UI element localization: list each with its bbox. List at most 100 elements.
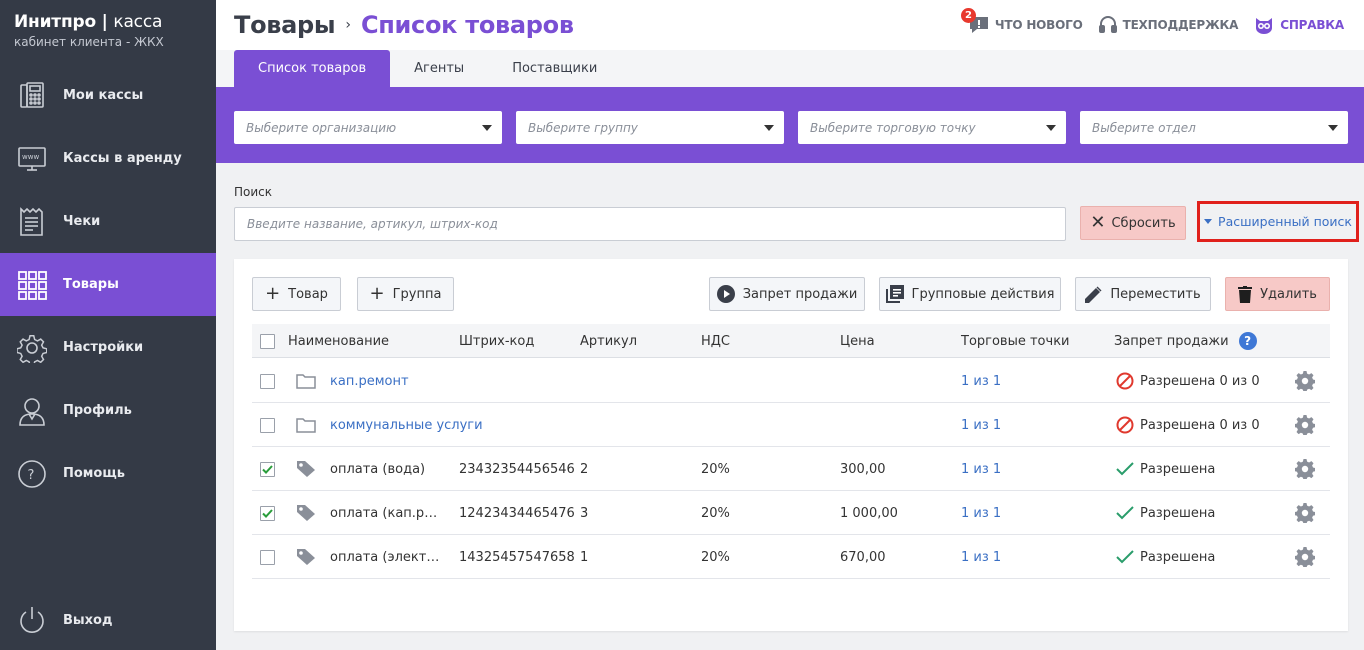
- row-checkbox-cell: [260, 491, 275, 535]
- organization-select[interactable]: Выберите организацию: [234, 111, 502, 144]
- add-group-button[interactable]: + Группа: [357, 277, 454, 311]
- caret-down-icon: [482, 124, 492, 131]
- gear-icon[interactable]: [1295, 503, 1315, 523]
- sale-status-label: Разрешена: [1140, 461, 1216, 477]
- points-link[interactable]: 1 из 1: [961, 535, 1001, 579]
- col-sale-ban-label[interactable]: Запрет продажи: [1114, 334, 1229, 349]
- help-link[interactable]: СПРАВКА: [1254, 16, 1344, 34]
- plus-icon: +: [369, 283, 385, 304]
- sidebar-item-help[interactable]: ? Помощь: [0, 442, 216, 505]
- barcode-cell: 23432354456546: [459, 461, 575, 477]
- department-select[interactable]: Выберите отдел: [1080, 111, 1348, 144]
- name-cell: оплата (кап.рем...: [296, 491, 442, 535]
- col-name[interactable]: Наименование: [288, 324, 389, 358]
- point-select[interactable]: Выберите торговую точку: [798, 111, 1066, 144]
- row-checkbox[interactable]: [260, 461, 275, 477]
- table-row[interactable]: оплата (кап.рем... 12423434465476 3 20% 1 00…: [252, 491, 1330, 535]
- add-product-button[interactable]: + Товар: [252, 277, 341, 311]
- logout-button[interactable]: Выход: [0, 590, 216, 650]
- user-icon: [16, 395, 48, 427]
- sidebar-item-label: Настройки: [63, 340, 144, 355]
- tab-product-list[interactable]: Список товаров: [234, 50, 391, 87]
- whats-new-link[interactable]: 2 ЧТО НОВОГО: [960, 8, 1083, 34]
- www-monitor-icon: www: [16, 143, 48, 175]
- move-button[interactable]: Переместить: [1075, 277, 1211, 311]
- advanced-search-toggle[interactable]: Расширенный поиск: [1197, 201, 1359, 242]
- points-link[interactable]: 1 из 1: [961, 447, 1001, 491]
- col-article[interactable]: Артикул: [580, 324, 637, 358]
- sidebar-item-receipts[interactable]: Чеки: [0, 190, 216, 253]
- sidebar-item-products[interactable]: Товары: [0, 253, 216, 316]
- col-vat[interactable]: НДС: [701, 324, 730, 358]
- points-link[interactable]: 1 из 1: [961, 491, 1001, 535]
- gear-icon[interactable]: [1295, 547, 1315, 567]
- question-icon[interactable]: ?: [1238, 332, 1257, 350]
- gear-icon[interactable]: [1295, 459, 1315, 479]
- support-link[interactable]: ТЕХПОДДЕРЖКА: [1098, 16, 1239, 34]
- check-icon: [1116, 462, 1134, 476]
- row-checkbox[interactable]: [260, 417, 275, 433]
- brand: Инитпро | касса кабинет клиента - ЖКХ: [0, 0, 216, 64]
- col-price[interactable]: Цена: [840, 324, 875, 358]
- row-checkbox[interactable]: [260, 549, 275, 565]
- sale-status-label: Разрешена 0 из 0: [1140, 417, 1260, 433]
- plus-icon: +: [265, 283, 281, 304]
- points-link[interactable]: 1 из 1: [961, 359, 1001, 403]
- group-link[interactable]: коммунальные услуги: [330, 418, 483, 433]
- gear-icon[interactable]: [1295, 371, 1315, 391]
- grid-icon: [16, 269, 48, 301]
- breadcrumb-root[interactable]: Товары: [234, 11, 336, 39]
- select-all-checkbox[interactable]: [260, 333, 275, 349]
- check-icon: [262, 464, 273, 474]
- gear-icon[interactable]: [1295, 415, 1315, 435]
- col-points[interactable]: Торговые точки: [961, 324, 1070, 358]
- table-row[interactable]: оплата (вода) 23432354456546 2 20% 300,00 1 и…: [252, 447, 1330, 491]
- group-actions-button[interactable]: Групповые действия: [879, 277, 1061, 311]
- caret-down-icon: [1328, 124, 1338, 131]
- sale-status-label: Разрешена: [1140, 505, 1216, 521]
- table-row[interactable]: оплата (электро... 14325457547658 1 20% 670,…: [252, 535, 1330, 579]
- page-header: Товары › Список товаров 2 ЧТО НОВОГО ТЕХ…: [216, 0, 1364, 50]
- product-name: оплата (вода): [330, 461, 426, 477]
- help-label: СПРАВКА: [1280, 18, 1344, 32]
- support-label: ТЕХПОДДЕРЖКА: [1122, 18, 1239, 32]
- sidebar-item-settings[interactable]: Настройки: [0, 316, 216, 379]
- sidebar-item-my-kassas[interactable]: Мои кассы: [0, 64, 216, 127]
- row-checkbox[interactable]: [260, 505, 275, 521]
- vat-cell: 20%: [701, 549, 730, 565]
- tab-agents[interactable]: Агенты: [390, 50, 488, 87]
- sidebar-item-rent-kassas[interactable]: www Кассы в аренду: [0, 127, 216, 190]
- pencil-icon: [1085, 286, 1102, 303]
- sidebar-item-label: Мои кассы: [63, 88, 144, 103]
- col-barcode[interactable]: Штрих-код: [459, 324, 534, 358]
- sale-ban-button[interactable]: Запрет продажи: [709, 277, 865, 311]
- article-cell: 2: [580, 461, 589, 477]
- vat-cell: 20%: [701, 461, 730, 477]
- row-checkbox[interactable]: [260, 373, 275, 389]
- headset-icon: [1098, 16, 1117, 34]
- reset-button[interactable]: ✕ Сбросить: [1080, 206, 1186, 240]
- delete-label: Удалить: [1260, 286, 1317, 302]
- add-product-label: Товар: [288, 286, 328, 302]
- move-label: Переместить: [1110, 286, 1201, 302]
- caret-down-icon: [764, 124, 774, 131]
- row-settings-cell: [1295, 359, 1315, 403]
- points-link[interactable]: 1 из 1: [961, 403, 1001, 447]
- brand-logo[interactable]: Инитпро | касса: [14, 12, 202, 32]
- table-row[interactable]: коммунальные услуги 1 из 1 Разрешена 0 из …: [252, 403, 1330, 447]
- group-select[interactable]: Выберите группу: [516, 111, 784, 144]
- search-input[interactable]: [234, 207, 1066, 241]
- table-header: Наименование Штрих-код Артикул НДС Цена …: [252, 324, 1330, 358]
- power-icon: [16, 604, 48, 636]
- sidebar-item-label: Кассы в аренду: [63, 151, 182, 166]
- breadcrumb-separator: ›: [345, 17, 351, 33]
- sidebar-item-profile[interactable]: Профиль: [0, 379, 216, 442]
- group-link[interactable]: кап.ремонт: [330, 374, 409, 389]
- delete-button[interactable]: Удалить: [1225, 277, 1330, 311]
- article-cell: 3: [580, 505, 589, 521]
- tab-suppliers[interactable]: Поставщики: [488, 50, 621, 87]
- owl-icon: [1254, 16, 1274, 34]
- gear-icon: [16, 332, 48, 364]
- table-row[interactable]: кап.ремонт 1 из 1 Разрешена 0 из 0: [252, 359, 1330, 403]
- stack-icon: [885, 285, 904, 303]
